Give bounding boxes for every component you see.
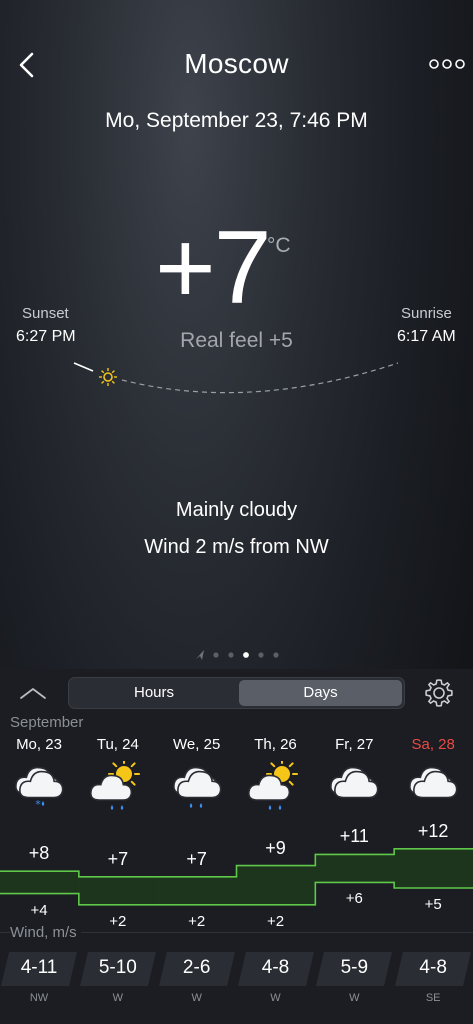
page-dot bbox=[213, 652, 219, 658]
city-title: Moscow bbox=[184, 48, 289, 79]
wind-speed: 4-8 bbox=[261, 957, 290, 978]
wind-cell: 4-8 bbox=[237, 952, 314, 986]
wind-direction: W bbox=[191, 992, 202, 1004]
sunset-time: 6:27 PM bbox=[16, 328, 76, 345]
sunrise-time: 6:17 AM bbox=[397, 328, 456, 345]
forecast-day[interactable]: Fr, 27 bbox=[315, 736, 393, 813]
cloud-icon bbox=[330, 766, 379, 799]
cloud-rain-icon bbox=[172, 766, 222, 808]
wind-cell: 5-10 bbox=[79, 952, 156, 986]
svg-text:*: * bbox=[35, 798, 41, 811]
high-temp: +7 bbox=[107, 848, 129, 869]
wind-direction: W bbox=[270, 992, 281, 1004]
low-temp: +4 bbox=[30, 901, 48, 919]
wind-cell: 4-11 bbox=[1, 952, 77, 986]
wind-speed: 5-10 bbox=[98, 957, 137, 978]
cloud-icon bbox=[409, 766, 458, 799]
sunset-label: Sunset bbox=[22, 305, 69, 322]
forecast-day[interactable]: Mo, 23 * bbox=[0, 736, 78, 813]
page-dot bbox=[258, 652, 264, 658]
page-dot bbox=[228, 652, 234, 658]
wind-cell: 2-6 bbox=[158, 952, 235, 986]
sun-cloud-rain-icon bbox=[247, 761, 298, 810]
day-name: Th, 26 bbox=[254, 736, 297, 753]
more-options-icon[interactable] bbox=[428, 56, 466, 72]
wind-speed: 5-9 bbox=[340, 957, 369, 978]
sun-path-arc bbox=[73, 362, 399, 394]
current-wind: Wind 2 m/s from NW bbox=[144, 536, 329, 558]
low-temp: +5 bbox=[424, 896, 442, 913]
low-temp: +6 bbox=[345, 890, 363, 908]
chevron-up-icon[interactable] bbox=[18, 684, 48, 702]
high-temp: +12 bbox=[417, 820, 449, 841]
wind-direction: SE bbox=[425, 992, 441, 1004]
page-dot-active bbox=[243, 652, 249, 658]
sun-position-icon bbox=[99, 368, 117, 386]
day-name: We, 25 bbox=[173, 736, 221, 753]
low-temp: +2 bbox=[266, 912, 285, 930]
month-label: September bbox=[10, 714, 84, 731]
sunrise-label: Sunrise bbox=[401, 305, 452, 322]
forecast-day[interactable]: Th, 26 bbox=[237, 736, 315, 813]
location-arrow-icon bbox=[196, 650, 204, 660]
wind-direction: NW bbox=[29, 992, 49, 1004]
page-dot bbox=[273, 652, 279, 658]
cloud-snow-icon: * bbox=[15, 766, 64, 811]
high-temp: +7 bbox=[186, 848, 207, 869]
high-temp: +11 bbox=[339, 826, 369, 847]
day-name: Tu, 24 bbox=[96, 736, 139, 753]
wind-speed: 2-6 bbox=[182, 957, 211, 978]
day-name: Mo, 23 bbox=[16, 736, 62, 753]
wind-direction: W bbox=[349, 992, 360, 1004]
forecast-day[interactable]: We, 25 bbox=[158, 736, 236, 813]
high-temp: +8 bbox=[28, 843, 50, 864]
current-datetime: Mo, September 23, 7:46 PM bbox=[105, 109, 368, 132]
current-temperature: +7 bbox=[155, 210, 272, 326]
high-temp: +9 bbox=[265, 837, 286, 858]
wind-cell: 4-8 bbox=[395, 952, 472, 986]
wind-cell: 5-9 bbox=[316, 952, 393, 986]
day-name: Fr, 27 bbox=[335, 736, 374, 753]
wind-speed: 4-8 bbox=[419, 957, 447, 978]
forecast-day[interactable]: Sa, 28 bbox=[394, 736, 472, 813]
forecast-day[interactable]: Tu, 24 bbox=[79, 736, 157, 813]
sun-cloud-rain-icon bbox=[89, 761, 140, 810]
wind-section-label: Wind, m/s bbox=[10, 924, 81, 941]
weather-condition: Mainly cloudy bbox=[175, 499, 298, 521]
temperature-unit: °C bbox=[267, 234, 291, 257]
wind-direction: W bbox=[112, 992, 124, 1004]
tab-hours[interactable]: Hours bbox=[71, 680, 237, 706]
wind-speed: 4-11 bbox=[20, 957, 58, 978]
hours-days-toggle: Hours Days bbox=[68, 677, 405, 709]
gear-icon[interactable] bbox=[423, 677, 455, 709]
low-temp: +2 bbox=[188, 912, 206, 930]
tab-days[interactable]: Days bbox=[239, 680, 402, 706]
day-name: Sa, 28 bbox=[411, 736, 455, 753]
page-indicator[interactable] bbox=[195, 648, 280, 662]
low-temp: +2 bbox=[109, 912, 127, 930]
